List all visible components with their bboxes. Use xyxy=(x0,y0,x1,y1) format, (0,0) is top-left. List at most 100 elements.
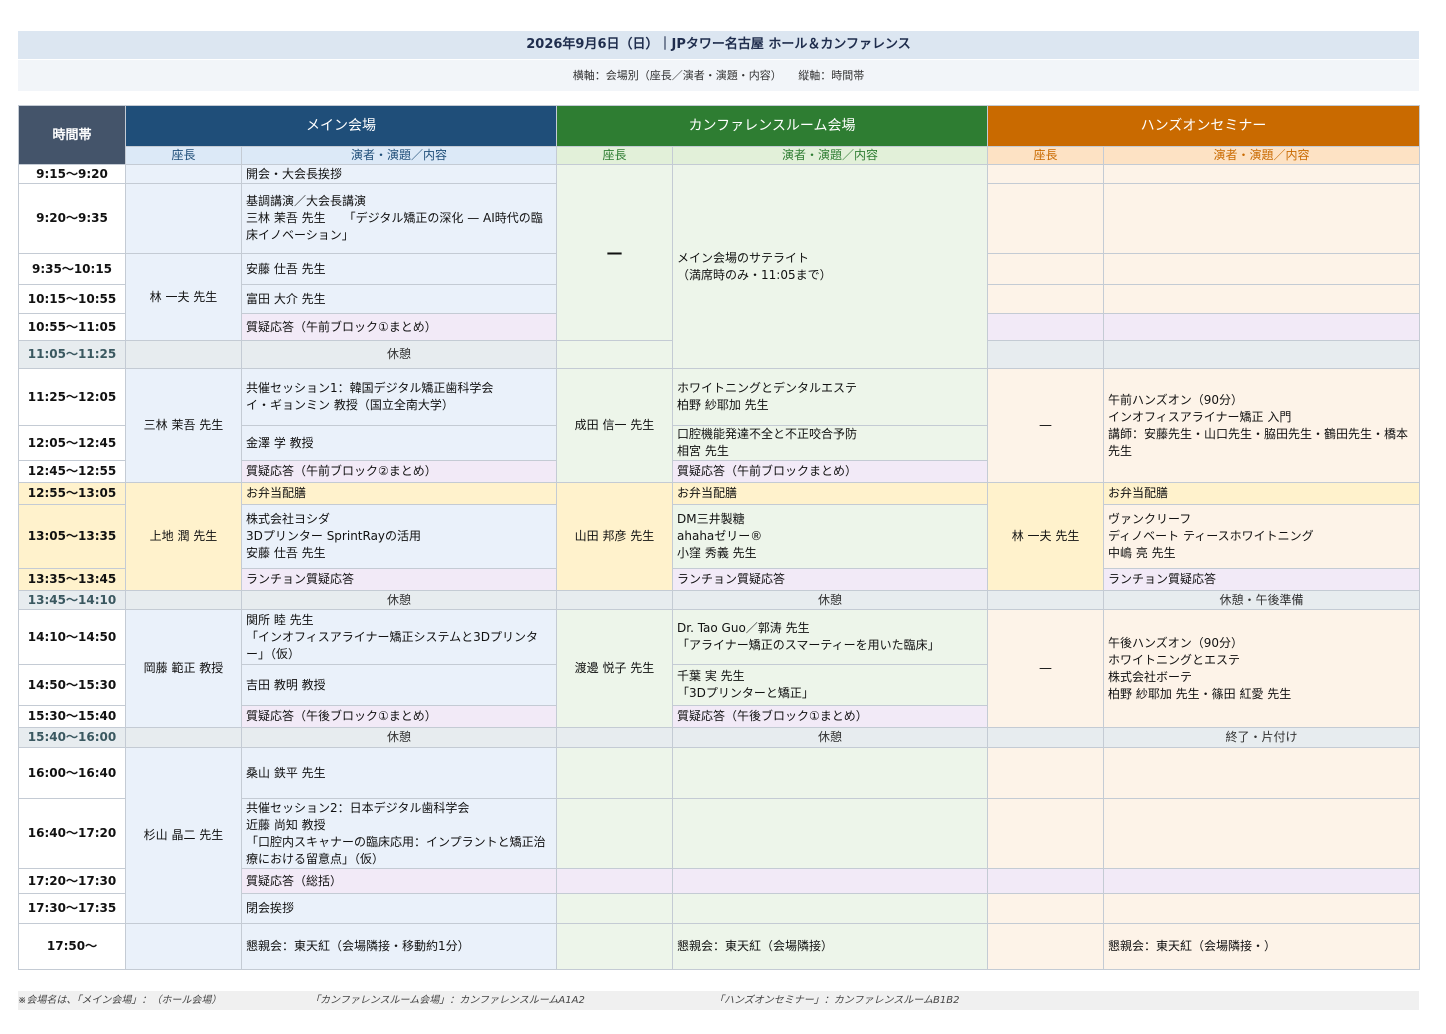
time-slot: 12:45〜12:55 xyxy=(18,460,126,483)
main-session: 閉会挨拶 xyxy=(241,893,557,924)
hands-content-header: 演者・演題／内容 xyxy=(1103,146,1421,165)
main-chair: 杉山 晶二 先生 xyxy=(125,747,242,924)
time-slot: 12:55〜13:05 xyxy=(18,482,126,505)
footer-note: ※会場名は、「メイン会場」：（ホール会場） 「カンファレンスルーム会場」：カンファ… xyxy=(18,991,1419,1010)
time-header: 時間帯 xyxy=(18,105,126,165)
main-reception: 懇親会：東天紅（会場隣接・移動約1分） xyxy=(241,923,557,970)
main-break: 休憩 xyxy=(241,590,557,610)
conf-session-empty xyxy=(671,798,989,869)
time-slot: 9:15〜9:20 xyxy=(18,164,126,184)
hands-chair-empty xyxy=(987,727,1105,748)
hands-chair-empty xyxy=(987,798,1105,869)
main-session: 金澤 学 教授 xyxy=(241,425,557,461)
hands-chair-empty xyxy=(987,868,1105,894)
hands-chair-empty xyxy=(987,253,1105,285)
time-slot: 15:30〜15:40 xyxy=(18,705,126,728)
main-chair-empty xyxy=(125,183,242,254)
hands-session-empty xyxy=(1103,313,1421,341)
main-lunch: お弁当配膳 xyxy=(241,482,557,505)
footer-note-hands: 「ハンズオンセミナー」：カンファレンスルームB1B2 xyxy=(714,995,960,1006)
conf-session: 口腔機能発達不全と不正咬合予防 相宮 先生 xyxy=(671,425,989,461)
conf-chair: 渡邊 悦子 先生 xyxy=(556,609,673,728)
conf-lunch: お弁当配膳 xyxy=(671,482,989,505)
conf-session: Dr. Tao Guo／郭涛 先生 「アライナー矯正のスマーティーを用いた臨床」 xyxy=(671,609,989,665)
conf-session: DM三井製糖 ahahaゼリー® 小窪 秀義 先生 xyxy=(671,504,989,569)
time-slot: 17:20〜17:30 xyxy=(18,868,126,894)
hands-session-empty xyxy=(1103,798,1421,869)
hands-session-empty xyxy=(1103,284,1421,314)
hands-chair-empty xyxy=(987,590,1105,610)
time-slot: 11:05〜11:25 xyxy=(18,340,126,369)
conf-chair-empty xyxy=(556,798,673,869)
main-venue-header: メイン会場 xyxy=(125,105,557,147)
hands-chair-empty xyxy=(987,893,1105,924)
time-slot: 16:00〜16:40 xyxy=(18,747,126,799)
main-chair-empty xyxy=(125,590,242,610)
time-slot: 15:40〜16:00 xyxy=(18,727,126,748)
hands-venue-header: ハンズオンセミナー xyxy=(987,105,1421,147)
main-chair-empty xyxy=(125,340,242,369)
conf-qa: 質疑応答（午後ブロック①まとめ） xyxy=(671,705,989,728)
hands-session-empty xyxy=(1103,253,1421,285)
main-chair: 林 一夫 先生 xyxy=(125,253,242,341)
conf-content-header: 演者・演題／内容 xyxy=(671,146,989,165)
main-qa: 質疑応答（午後ブロック①まとめ） xyxy=(241,705,557,728)
main-chair: 三林 茉吾 先生 xyxy=(125,368,242,483)
hands-session: 午後ハンズオン（90分） ホワイトニングとエステ 株式会社ボーテ 柏野 紗耶加 … xyxy=(1103,609,1421,728)
page-subtitle: 横軸：会場別（座長／演者・演題・内容） 縦軸：時間帯 xyxy=(18,60,1419,91)
main-chair: 岡藤 範正 教授 xyxy=(125,609,242,728)
hands-session: ヴァンクリーフ ディノベート ティースホワイトニング 中嶋 亮 先生 xyxy=(1103,504,1421,569)
conf-session-empty xyxy=(671,747,989,799)
conf-chair-empty xyxy=(556,923,673,970)
main-session: 関所 睦 先生 「インオフィスアライナー矯正システムと3Dプリンター」（仮） xyxy=(241,609,557,665)
conf-session-empty xyxy=(671,893,989,924)
time-slot: 9:35〜10:15 xyxy=(18,253,126,285)
time-slot: 13:35〜13:45 xyxy=(18,568,126,591)
hands-break: 休憩・午後準備 xyxy=(1103,590,1421,610)
conf-break: 休憩 xyxy=(671,590,989,610)
hands-chair-dash: — xyxy=(987,609,1105,728)
main-session: 開会・大会長挨拶 xyxy=(241,164,557,184)
schedule-table: 時間帯 メイン会場 カンファレンスルーム会場 ハンズオンセミナー 座長 演者・演… xyxy=(18,105,1421,970)
main-session: 基調講演／大会長講演 三林 茉吾 先生 「デジタル矯正の深化 — AI時代の臨床… xyxy=(241,183,557,254)
conf-chair-empty xyxy=(556,747,673,799)
time-slot: 16:40〜17:20 xyxy=(18,798,126,869)
time-slot: 17:30〜17:35 xyxy=(18,893,126,924)
conf-chair-empty xyxy=(556,340,673,369)
main-qa: 質疑応答（午前ブロック②まとめ） xyxy=(241,460,557,483)
main-break: 休憩 xyxy=(241,727,557,748)
conf-chair-empty xyxy=(556,868,673,894)
hands-session-empty xyxy=(1103,183,1421,254)
hands-chair: 林 一夫 先生 xyxy=(987,482,1105,591)
main-chair: 上地 潤 先生 xyxy=(125,482,242,591)
conf-chair-dash: — xyxy=(556,164,673,341)
hands-chair-empty xyxy=(987,340,1105,369)
hands-chair-header: 座長 xyxy=(987,146,1105,165)
main-session: 安藤 仕吾 先生 xyxy=(241,253,557,285)
conf-satellite: メイン会場のサテライト （満席時のみ・11:05まで） xyxy=(671,164,989,369)
hands-chair-dash: — xyxy=(987,368,1105,483)
hands-chair-empty xyxy=(987,313,1105,341)
time-slot: 11:25〜12:05 xyxy=(18,368,126,426)
time-slot: 10:55〜11:05 xyxy=(18,313,126,341)
hands-chair-empty xyxy=(987,284,1105,314)
conf-reception: 懇親会：東天紅（会場隣接） xyxy=(671,923,989,970)
conf-session: 千葉 実 先生 「3Dプリンターと矯正」 xyxy=(671,664,989,706)
time-slot: 9:20〜9:35 xyxy=(18,183,126,254)
hands-break: 終了・片付け xyxy=(1103,727,1421,748)
footer-note-main: ※会場名は、「メイン会場」：（ホール会場） xyxy=(18,995,222,1006)
conf-chair: 山田 邦彦 先生 xyxy=(556,482,673,591)
main-qa: 質疑応答（総括） xyxy=(241,868,557,894)
time-slot: 13:45〜14:10 xyxy=(18,590,126,610)
page-title: 2026年9月6日（日）｜JPタワー名古屋 ホール＆カンファレンス xyxy=(18,31,1419,59)
hands-lunch: お弁当配膳 xyxy=(1103,482,1421,505)
footer-note-conf: 「カンファレンスルーム会場」：カンファレンスルームA1A2 xyxy=(310,995,585,1006)
hands-chair-empty xyxy=(987,923,1105,970)
hands-session-empty xyxy=(1103,164,1421,184)
hands-session-empty xyxy=(1103,893,1421,924)
main-qa: 質疑応答（午前ブロック①まとめ） xyxy=(241,313,557,341)
conf-chair-empty xyxy=(556,727,673,748)
conf-qa: ランチョン質疑応答 xyxy=(671,568,989,591)
conf-venue-header: カンファレンスルーム会場 xyxy=(555,105,989,147)
conf-chair: 成田 信一 先生 xyxy=(556,368,673,483)
